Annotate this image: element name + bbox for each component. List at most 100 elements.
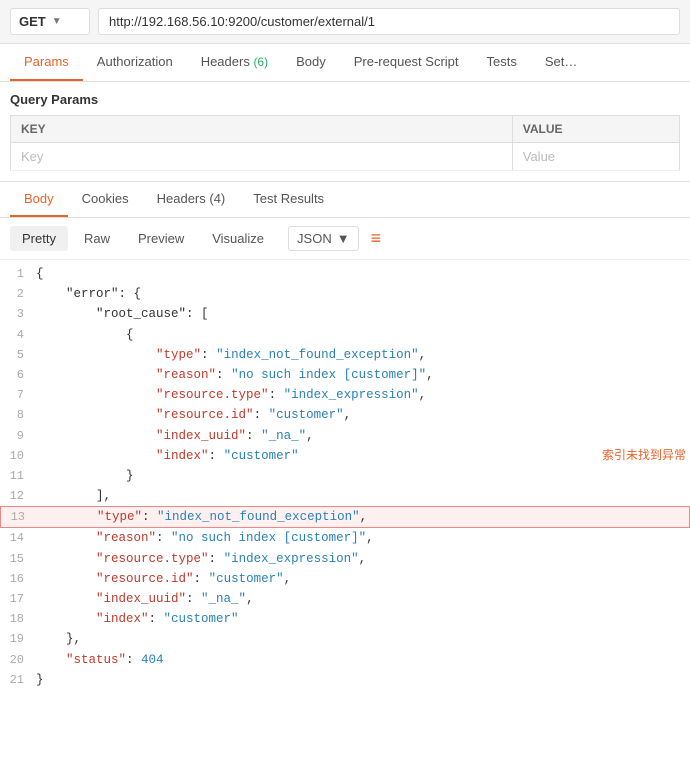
visualize-button[interactable]: Visualize [200, 226, 276, 251]
json-line: 6 "reason": "no such index [customer]", [0, 365, 690, 385]
tab-headers[interactable]: Headers (6) [187, 44, 282, 81]
line-number: 12 [4, 486, 36, 506]
json-line: 12 ], [0, 486, 690, 506]
line-number: 2 [4, 284, 36, 304]
line-number: 20 [4, 650, 36, 670]
response-tabs: Body Cookies Headers (4) Test Results [0, 182, 690, 218]
line-number: 1 [4, 264, 36, 284]
json-line: 17 "index_uuid": "_na_", [0, 589, 690, 609]
raw-button[interactable]: Raw [72, 226, 122, 251]
line-number: 18 [4, 609, 36, 629]
json-line: 21} [0, 670, 690, 690]
annotation-label: 索引未找到异常 [602, 446, 686, 465]
line-content: "type": "index_not_found_exception", [36, 345, 686, 365]
json-line: 7 "resource.type": "index_expression", [0, 385, 690, 405]
line-content: "reason": "no such index [customer]", [36, 365, 686, 385]
line-number: 9 [4, 426, 36, 446]
line-number: 15 [4, 549, 36, 569]
tab-body[interactable]: Body [282, 44, 340, 81]
line-number: 8 [4, 405, 36, 425]
key-input-cell[interactable]: Key [11, 143, 513, 171]
line-number: 13 [5, 507, 37, 527]
json-line: 4 { [0, 325, 690, 345]
json-line: 15 "resource.type": "index_expression", [0, 549, 690, 569]
tab-settings[interactable]: Set… [531, 44, 592, 81]
line-number: 16 [4, 569, 36, 589]
tab-prerequest[interactable]: Pre-request Script [340, 44, 473, 81]
json-line: 18 "index": "customer" [0, 609, 690, 629]
format-select[interactable]: JSON ▼ [288, 226, 359, 251]
query-params-section: Query Params KEY VALUE Key Value [0, 82, 690, 182]
line-number: 17 [4, 589, 36, 609]
url-bar: GET ▼ [0, 0, 690, 44]
method-label: GET [19, 14, 46, 29]
table-row: Key Value [11, 143, 680, 171]
json-line: 3 "root_cause": [ [0, 304, 690, 324]
format-label: JSON [297, 231, 332, 246]
line-content: ], [36, 486, 686, 506]
headers-badge: (6) [253, 55, 268, 69]
wrap-icon[interactable]: ≡ [371, 228, 382, 249]
line-number: 11 [4, 466, 36, 486]
tab-tests[interactable]: Tests [473, 44, 531, 81]
pretty-button[interactable]: Pretty [10, 226, 68, 251]
line-number: 3 [4, 304, 36, 324]
request-tabs: Params Authorization Headers (6) Body Pr… [0, 44, 690, 82]
json-line: 19 }, [0, 629, 690, 649]
json-line: 5 "type": "index_not_found_exception", [0, 345, 690, 365]
line-content: "index_uuid": "_na_", [36, 589, 686, 609]
tab-response-test-results[interactable]: Test Results [239, 182, 338, 217]
json-line: 1{ [0, 264, 690, 284]
json-line: 11 } [0, 466, 690, 486]
line-number: 4 [4, 325, 36, 345]
line-number: 21 [4, 670, 36, 690]
json-line: 8 "resource.id": "customer", [0, 405, 690, 425]
value-header: VALUE [512, 116, 679, 143]
line-number: 10 [4, 446, 36, 466]
tab-response-cookies[interactable]: Cookies [68, 182, 143, 217]
query-params-title: Query Params [10, 92, 680, 107]
line-content: "reason": "no such index [customer]", [36, 528, 686, 548]
json-line: 13 "type": "index_not_found_exception", [0, 506, 690, 528]
line-number: 7 [4, 385, 36, 405]
value-input-cell[interactable]: Value [512, 143, 679, 171]
tab-response-headers[interactable]: Headers (4) [143, 182, 240, 217]
tab-response-body[interactable]: Body [10, 182, 68, 217]
line-content: "type": "index_not_found_exception", [37, 507, 685, 527]
line-number: 14 [4, 528, 36, 548]
line-content: { [36, 264, 686, 284]
params-table: KEY VALUE Key Value [10, 115, 680, 171]
json-line: 2 "error": { [0, 284, 690, 304]
line-content: "resource.type": "index_expression", [36, 549, 686, 569]
line-content: "root_cause": [ [36, 304, 686, 324]
tab-authorization[interactable]: Authorization [83, 44, 187, 81]
line-content: "resource.id": "customer", [36, 405, 686, 425]
method-chevron-icon: ▼ [52, 16, 62, 27]
line-number: 6 [4, 365, 36, 385]
json-line: 20 "status": 404 [0, 650, 690, 670]
line-content: "error": { [36, 284, 686, 304]
preview-button[interactable]: Preview [126, 226, 196, 251]
line-content: } [36, 466, 686, 486]
line-number: 5 [4, 345, 36, 365]
json-line: 10 "index": "customer" 索引未找到异常 [0, 446, 690, 466]
url-input[interactable] [98, 8, 680, 35]
tab-params[interactable]: Params [10, 44, 83, 81]
line-content: "resource.type": "index_expression", [36, 385, 686, 405]
method-dropdown[interactable]: GET ▼ [10, 8, 90, 35]
format-chevron-icon: ▼ [337, 231, 350, 246]
line-content: }, [36, 629, 686, 649]
line-content: } [36, 670, 686, 690]
line-content: "index": "customer" [36, 609, 686, 629]
body-toolbar: Pretty Raw Preview Visualize JSON ▼ ≡ [0, 218, 690, 260]
line-content: "index_uuid": "_na_", [36, 426, 686, 446]
line-content: "status": 404 [36, 650, 686, 670]
line-content: { [36, 325, 686, 345]
line-content: "resource.id": "customer", [36, 569, 686, 589]
key-header: KEY [11, 116, 513, 143]
line-content: "index": "customer" [36, 446, 592, 466]
json-line: 16 "resource.id": "customer", [0, 569, 690, 589]
json-line: 9 "index_uuid": "_na_", [0, 426, 690, 446]
json-line: 14 "reason": "no such index [customer]", [0, 528, 690, 548]
line-number: 19 [4, 629, 36, 649]
